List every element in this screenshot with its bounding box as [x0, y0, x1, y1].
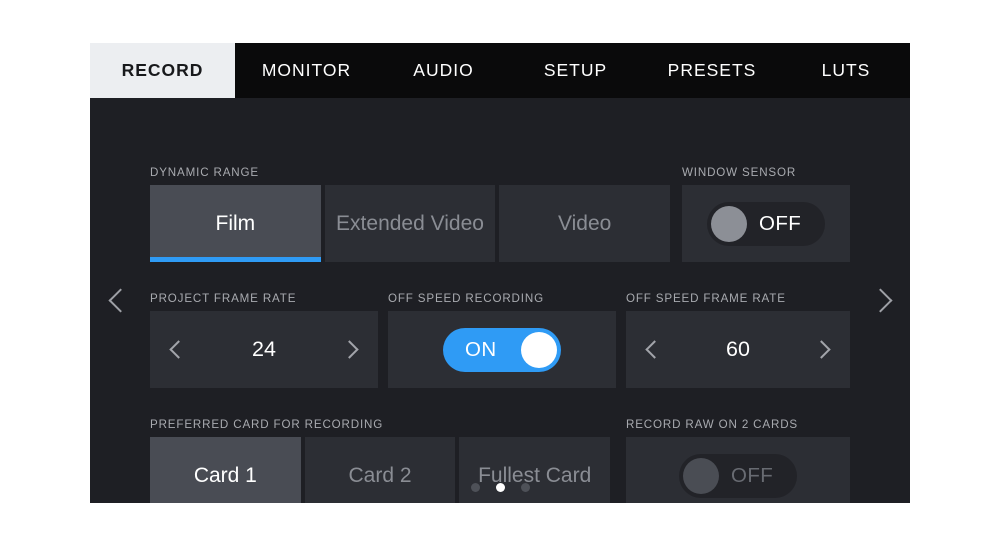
- dynamic-range-option-video[interactable]: Video: [499, 185, 671, 262]
- project-frame-rate-stepper[interactable]: 24: [150, 311, 378, 388]
- record-raw-two-cards-toggle[interactable]: OFF: [626, 437, 850, 503]
- preferred-card-option-card-1[interactable]: Card 1: [150, 437, 301, 503]
- chevron-right-icon: [867, 288, 893, 313]
- page-dot-2[interactable]: [495, 483, 505, 492]
- off-speed-recording-toggle[interactable]: ON: [388, 311, 616, 388]
- tab-record-label: RECORD: [121, 60, 204, 80]
- dynamic-range-option-video-label: Video: [558, 211, 612, 235]
- preferred-card-label: PREFERRED CARD FOR RECORDING: [150, 418, 384, 431]
- dynamic-range-segmented-control: Film Extended Video Video: [150, 185, 671, 262]
- settings-content: DYNAMIC RANGE Film Extended Video Video …: [90, 98, 910, 503]
- dynamic-range-label: DYNAMIC RANGE: [150, 166, 259, 179]
- window-sensor-field: WINDOW SENSOR OFF: [682, 166, 850, 262]
- page-indicator: [90, 483, 910, 492]
- dynamic-range-option-extended-video[interactable]: Extended Video: [324, 185, 496, 262]
- project-frame-rate-field: PROJECT FRAME RATE 24: [150, 292, 378, 388]
- dynamic-range-option-film-label: Film: [215, 211, 256, 235]
- off-speed-recording-state: ON: [465, 337, 497, 361]
- off-speed-recording-field: OFF SPEED RECORDING ON: [388, 292, 616, 388]
- tab-presets[interactable]: PRESETS: [642, 43, 782, 98]
- dynamic-range-option-film[interactable]: Film: [150, 185, 321, 262]
- tab-setup-label: SETUP: [543, 60, 608, 80]
- dynamic-range-field: DYNAMIC RANGE Film Extended Video Video: [150, 166, 671, 262]
- page-dot-3[interactable]: [520, 483, 530, 492]
- preferred-card-option-card-2[interactable]: Card 2: [304, 437, 456, 503]
- tab-audio[interactable]: AUDIO: [378, 43, 509, 98]
- settings-rows: DYNAMIC RANGE Film Extended Video Video …: [150, 98, 850, 503]
- screen-root: RECORD MONITOR AUDIO SETUP PRESETS LUTS …: [0, 0, 1000, 547]
- tab-audio-label: AUDIO: [413, 60, 474, 80]
- page-dot-1[interactable]: [470, 483, 480, 492]
- toggle-knob-icon: [711, 205, 747, 242]
- tab-luts-label: LUTS: [821, 60, 871, 80]
- window-sensor-toggle[interactable]: OFF: [682, 185, 850, 262]
- camera-settings-panel: RECORD MONITOR AUDIO SETUP PRESETS LUTS …: [90, 43, 910, 503]
- window-sensor-switch[interactable]: OFF: [707, 201, 825, 246]
- window-sensor-state: OFF: [759, 211, 802, 235]
- off-speed-frame-rate-field: OFF SPEED FRAME RATE 60: [626, 292, 850, 388]
- preferred-card-segmented-control: Card 1 Card 2 Fullest Card: [150, 437, 611, 503]
- preferred-card-option-fullest-card[interactable]: Fullest Card: [459, 437, 611, 503]
- record-raw-two-cards-label: RECORD RAW ON 2 CARDS: [626, 418, 799, 431]
- next-page-button[interactable]: [850, 98, 910, 503]
- off-speed-recording-label: OFF SPEED RECORDING: [388, 292, 544, 305]
- toggle-knob-icon: [521, 331, 557, 368]
- chevron-left-icon: [107, 288, 133, 313]
- project-frame-rate-label: PROJECT FRAME RATE: [150, 292, 297, 305]
- tab-presets-label: PRESETS: [667, 60, 757, 80]
- tab-monitor-label: MONITOR: [261, 60, 352, 80]
- tab-luts[interactable]: LUTS: [782, 43, 910, 98]
- tab-record[interactable]: RECORD: [90, 43, 235, 98]
- tab-setup[interactable]: SETUP: [509, 43, 642, 98]
- tab-monitor[interactable]: MONITOR: [235, 43, 378, 98]
- off-speed-recording-switch[interactable]: ON: [443, 327, 561, 372]
- window-sensor-label: WINDOW SENSOR: [682, 166, 797, 179]
- tab-bar: RECORD MONITOR AUDIO SETUP PRESETS LUTS: [90, 43, 910, 98]
- off-speed-frame-rate-label: OFF SPEED FRAME RATE: [626, 292, 786, 305]
- dynamic-range-option-extended-video-label: Extended Video: [336, 211, 484, 235]
- previous-page-button[interactable]: [90, 98, 150, 503]
- off-speed-frame-rate-stepper[interactable]: 60: [626, 311, 850, 388]
